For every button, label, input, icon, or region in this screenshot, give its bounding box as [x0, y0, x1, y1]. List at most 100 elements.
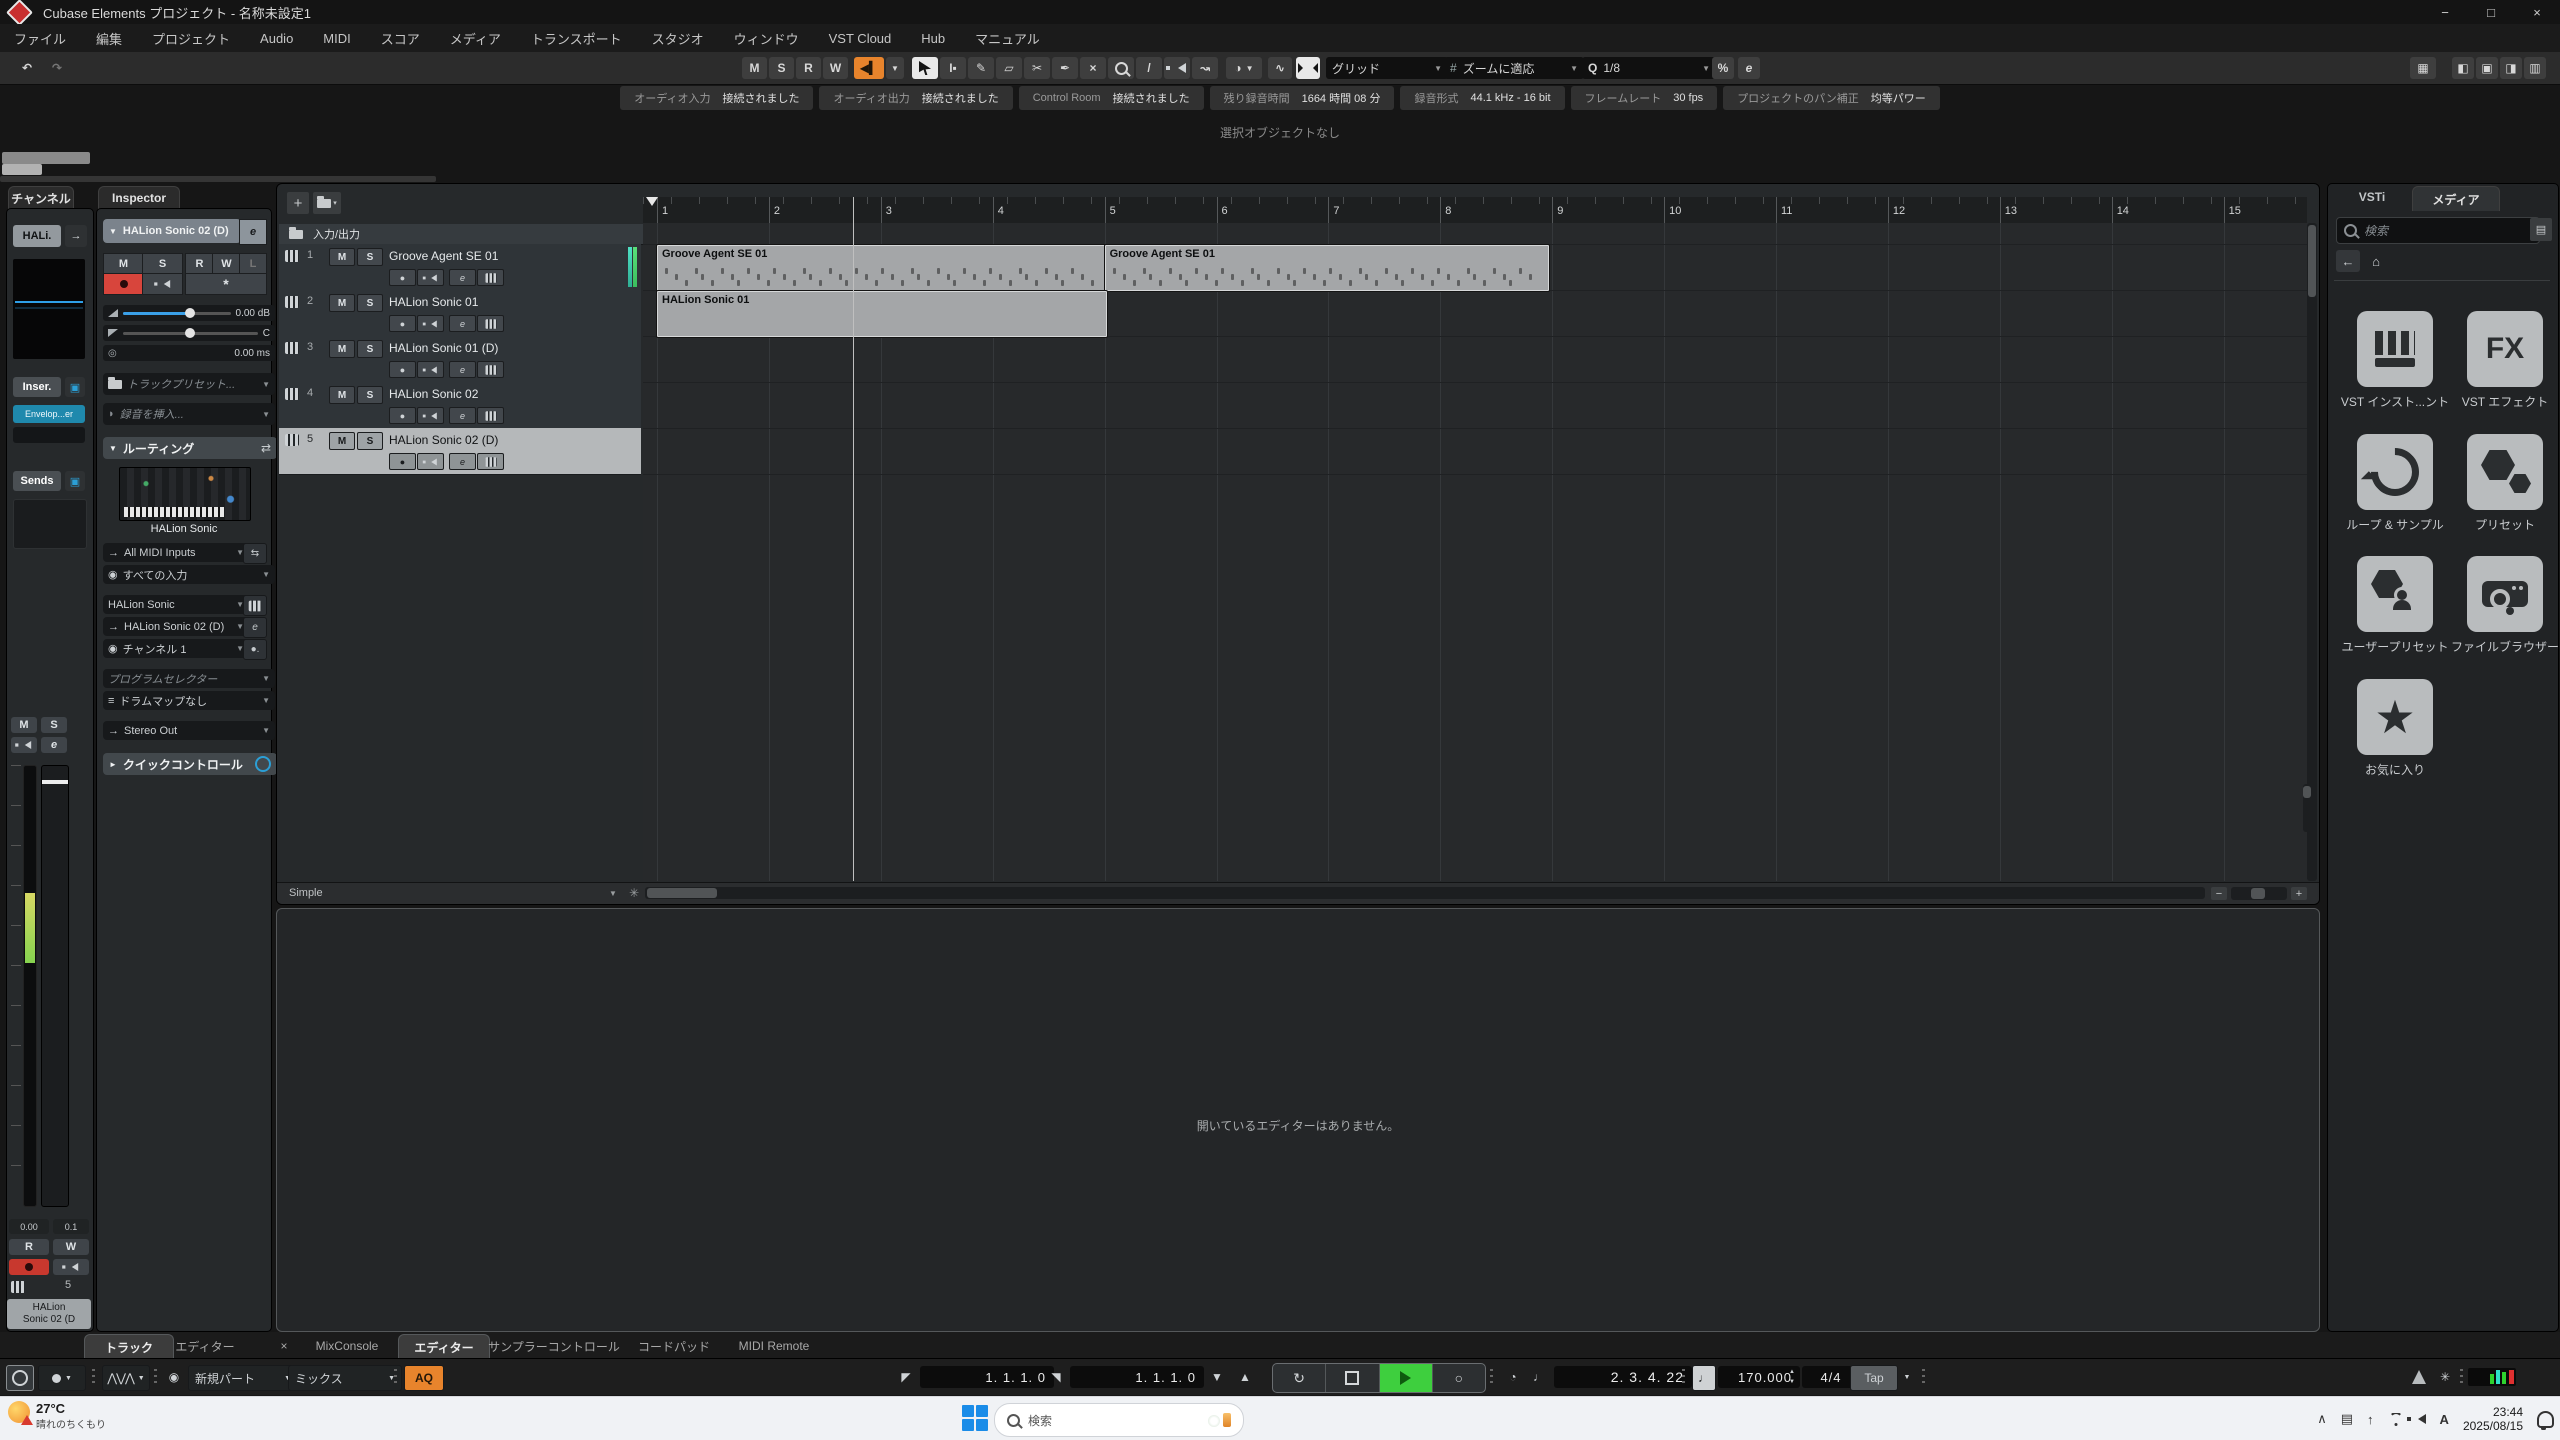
- menu-item-スタジオ[interactable]: スタジオ: [652, 29, 704, 48]
- volume-readout[interactable]: 0.00: [9, 1219, 49, 1234]
- menu-item-Hub[interactable]: Hub: [921, 31, 945, 46]
- quick-controls-header[interactable]: ►クイックコントロール: [103, 753, 277, 775]
- track-edit-button[interactable]: e: [449, 315, 476, 332]
- delay-field[interactable]: ◎ 0.00 ms: [103, 345, 275, 361]
- left-zone-handle-small[interactable]: [2, 164, 42, 175]
- zoom-out-button[interactable]: −: [2211, 887, 2227, 900]
- channel-eq-display[interactable]: [13, 259, 85, 359]
- menu-item-VST Cloud[interactable]: VST Cloud: [829, 31, 892, 46]
- write-button[interactable]: W: [212, 253, 241, 275]
- track-row[interactable]: 2MSHALion Sonic 01●e: [279, 290, 641, 337]
- zoom-slider[interactable]: [2231, 887, 2287, 900]
- stop-button[interactable]: [1326, 1364, 1379, 1392]
- sends-header[interactable]: Sends: [13, 471, 61, 491]
- play-button[interactable]: [1380, 1364, 1433, 1392]
- setup-window-layout-icon[interactable]: ▦: [2410, 57, 2436, 79]
- taskbar-clock[interactable]: 23:44 2025/08/15: [2463, 1405, 2523, 1433]
- zoom-tool-icon[interactable]: [1108, 57, 1134, 79]
- track-solo-button[interactable]: S: [357, 294, 383, 312]
- track-monitor-icon[interactable]: [417, 269, 444, 286]
- play-tool-icon[interactable]: [1164, 57, 1190, 79]
- zoom-in-button[interactable]: +: [2291, 887, 2307, 900]
- zone-tab-コードパッド[interactable]: コードパッド: [630, 1334, 718, 1358]
- track-record-icon[interactable]: ●: [389, 361, 416, 378]
- track-monitor-icon[interactable]: [417, 407, 444, 424]
- track-row[interactable]: 4MSHALion Sonic 02●e: [279, 382, 641, 429]
- track-instrument-icon[interactable]: [477, 453, 504, 470]
- snap-toggle-icon[interactable]: [1296, 57, 1320, 79]
- transport-settings-gear-icon[interactable]: ✳: [2434, 1365, 2456, 1389]
- status-line-toggle-icon[interactable]: ▥: [2524, 57, 2546, 79]
- inserts-edit-icon[interactable]: ▣: [65, 377, 85, 397]
- midi-rec-mode-select[interactable]: 新規パート▼: [188, 1365, 298, 1391]
- freeze-button[interactable]: *: [185, 273, 267, 295]
- sends-area[interactable]: [13, 499, 87, 549]
- write-all-button[interactable]: W: [823, 57, 848, 79]
- use-track-preset-icon[interactable]: ▾: [313, 192, 341, 214]
- track-record-icon[interactable]: ●: [389, 453, 416, 470]
- track-solo-button[interactable]: S: [357, 386, 383, 404]
- channel-output-icon[interactable]: →: [65, 225, 87, 247]
- menu-item-Audio[interactable]: Audio: [260, 31, 293, 46]
- wifi-icon[interactable]: [2388, 1413, 2404, 1426]
- media-tile-userpreset[interactable]: [2357, 556, 2433, 632]
- menu-item-編集[interactable]: 編集: [96, 29, 122, 48]
- menu-item-プロジェクト[interactable]: プロジェクト: [152, 29, 230, 48]
- track-monitor-icon[interactable]: [417, 453, 444, 470]
- midi-channel-select[interactable]: ◉ チャンネル 1▼: [103, 639, 249, 658]
- tray-upload-icon[interactable]: ↑: [2367, 1412, 2374, 1427]
- input-all-select[interactable]: ◉ すべての入力▼: [103, 565, 275, 584]
- mute-all-button[interactable]: M: [742, 57, 767, 79]
- media-tile-loop[interactable]: [2357, 434, 2433, 510]
- comp-tool-icon[interactable]: ↝: [1192, 57, 1218, 79]
- track-monitor-icon[interactable]: [417, 315, 444, 332]
- open-instrument-icon[interactable]: [243, 595, 267, 616]
- midi-input-select[interactable]: → All MIDI Inputs▼: [103, 543, 249, 562]
- record-button[interactable]: ○: [1433, 1364, 1485, 1392]
- midi-part[interactable]: HALion Sonic 01: [657, 291, 1107, 337]
- menu-item-マニュアル[interactable]: マニュアル: [975, 29, 1040, 48]
- read-button[interactable]: R: [185, 253, 214, 275]
- zone-tab-エディター[interactable]: エディター: [398, 1334, 490, 1359]
- media-list-view-icon[interactable]: ▤: [2530, 218, 2552, 241]
- track-row[interactable]: 1MSGroove Agent SE 01●e: [279, 244, 641, 291]
- taskbar-search-input[interactable]: 検索: [994, 1403, 1244, 1437]
- track-mute-button[interactable]: M: [329, 432, 355, 450]
- track-mute-button[interactable]: M: [329, 340, 355, 358]
- channel-name-button[interactable]: HALi.: [13, 225, 61, 247]
- time-display-mode-icon[interactable]: [6, 1365, 34, 1391]
- tray-overflow-icon[interactable]: ∧: [2317, 1411, 2327, 1427]
- track-row[interactable]: 5MSHALion Sonic 02 (D)●e: [279, 428, 641, 475]
- automation-curve-icon[interactable]: ∿: [1268, 57, 1292, 79]
- divider-dots[interactable]: [1490, 1369, 1493, 1384]
- event-display[interactable]: Groove Agent SE 01Groove Agent SE 01HALi…: [643, 223, 2307, 881]
- zone-tab-close-icon[interactable]: ×: [272, 1334, 296, 1358]
- menu-item-ファイル[interactable]: ファイル: [14, 29, 66, 48]
- zone-tab-MIDI Remote[interactable]: MIDI Remote: [722, 1334, 826, 1358]
- track-edit-button[interactable]: e: [449, 361, 476, 378]
- ime-indicator[interactable]: A: [2440, 1412, 2449, 1427]
- metronome-icon[interactable]: [2408, 1365, 2430, 1389]
- right-locator-display[interactable]: 1. 1. 1. 0: [1070, 1366, 1204, 1388]
- autoscroll-dropdown-icon[interactable]: ▼: [886, 57, 904, 79]
- channel-options-icon[interactable]: ●.: [243, 639, 267, 660]
- track-instrument-icon[interactable]: [477, 269, 504, 286]
- jog-icon[interactable]: ◔: [1500, 1365, 1526, 1389]
- track-solo-button[interactable]: S: [357, 248, 383, 266]
- timeline-ruler[interactable]: 123456789101112131415: [643, 197, 2307, 224]
- zone-tab-エディター[interactable]: エディター: [160, 1334, 250, 1358]
- track-instrument-icon[interactable]: [477, 315, 504, 332]
- drum-map-select[interactable]: ≡ ドラムマップなし▼: [103, 691, 275, 710]
- tempo-track-icon[interactable]: ♩: [1692, 1365, 1716, 1391]
- tray-display-icon[interactable]: ▤: [2341, 1411, 2353, 1427]
- inspector-tab[interactable]: Inspector: [98, 186, 180, 209]
- tab-media[interactable]: メディア: [2412, 186, 2500, 211]
- position-display[interactable]: 2. 3. 4. 22: [1554, 1366, 1692, 1388]
- fader-cap[interactable]: [42, 780, 68, 784]
- output-channel-select[interactable]: → HALion Sonic 02 (D)▼: [103, 617, 249, 636]
- redo-icon[interactable]: ↷: [44, 57, 70, 79]
- mute-button[interactable]: M: [103, 253, 144, 275]
- track-mute-button[interactable]: M: [329, 248, 355, 266]
- pan-readout[interactable]: 0.1: [53, 1219, 89, 1234]
- io-folder-row[interactable]: 入力/出力: [279, 224, 651, 245]
